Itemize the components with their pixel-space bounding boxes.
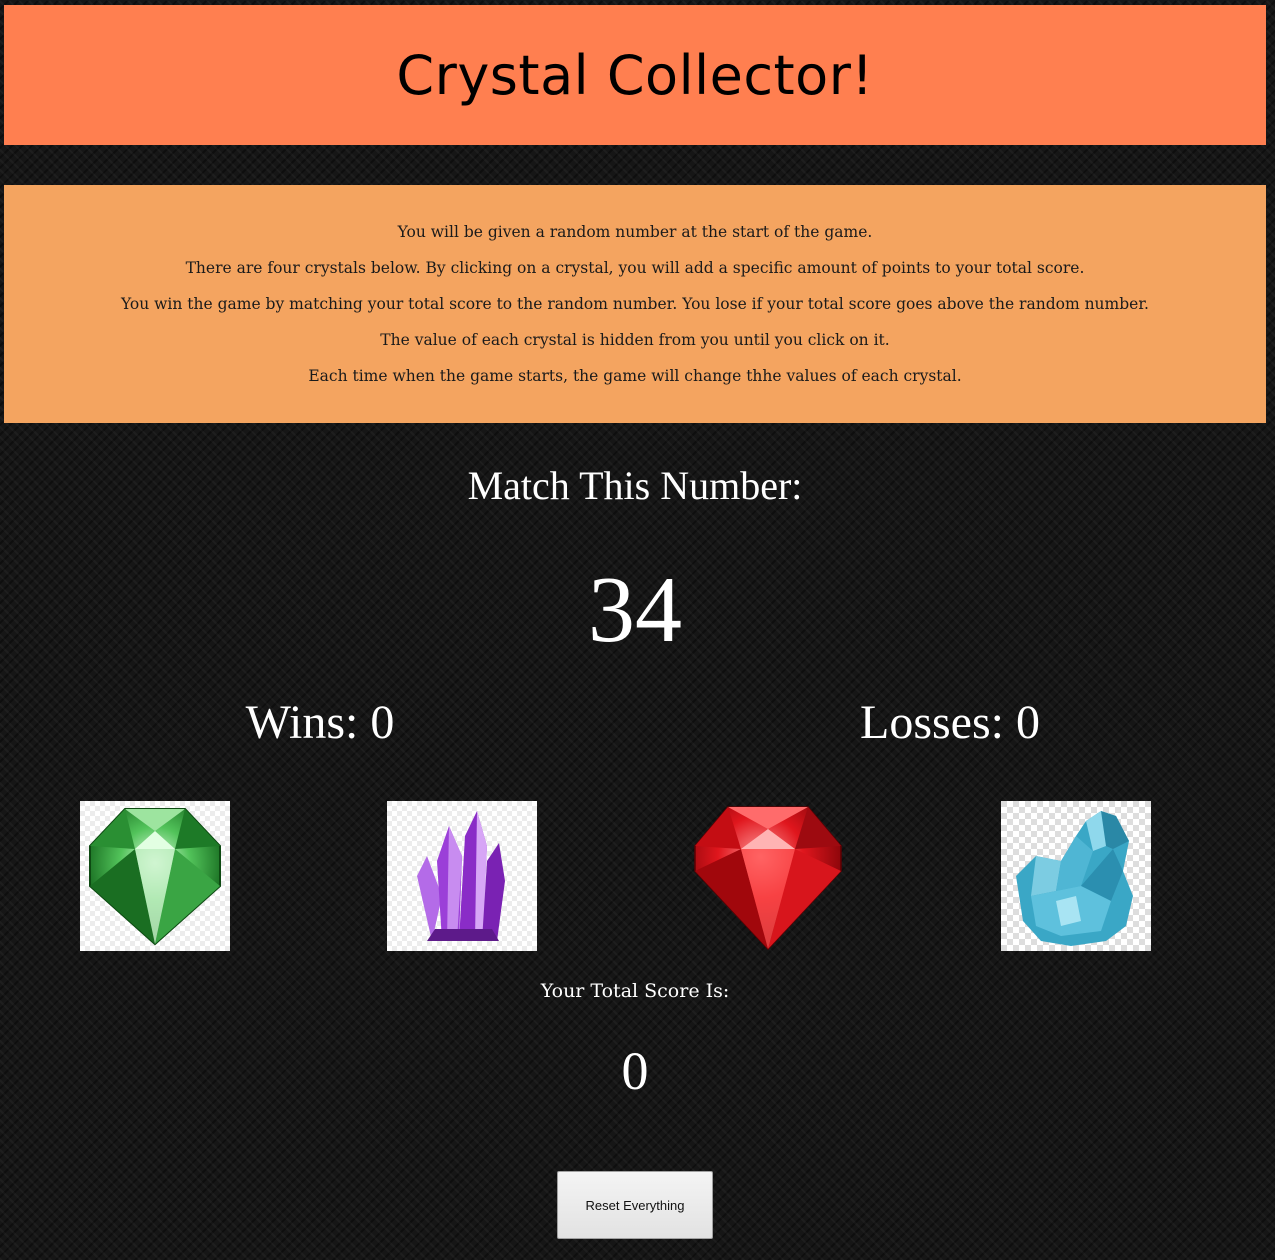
- target-number: 34: [588, 558, 682, 662]
- instruction-line: You win the game by matching your total …: [121, 295, 1149, 313]
- reset-button[interactable]: Reset Everything: [557, 1171, 713, 1239]
- score-value: 0: [621, 1041, 649, 1101]
- blue-crystal-icon: [1001, 801, 1151, 951]
- wins-counter: Wins: 0: [245, 696, 395, 749]
- instruction-line: The value of each crystal is hidden from…: [380, 331, 890, 349]
- red-crystal-button[interactable]: [693, 801, 843, 951]
- losses-counter: Losses: 0: [860, 696, 1040, 749]
- green-crystal-button[interactable]: [80, 801, 230, 951]
- green-gem-icon: [80, 801, 230, 951]
- purple-crystal-button[interactable]: [387, 801, 537, 951]
- instruction-line: Each time when the game starts, the game…: [308, 367, 962, 385]
- score-label: Your Total Score Is:: [540, 980, 730, 1002]
- red-gem-icon: [694, 806, 842, 951]
- purple-crystal-icon: [387, 801, 537, 951]
- title-banner: Crystal Collector!: [4, 5, 1266, 145]
- instruction-line: You will be given a random number at the…: [397, 223, 873, 241]
- instruction-line: There are four crystals below. By clicki…: [185, 259, 1085, 277]
- blue-crystal-button[interactable]: [1001, 801, 1151, 951]
- match-number-label: Match This Number:: [467, 463, 803, 508]
- page-title: Crystal Collector!: [396, 43, 874, 107]
- instructions-panel: You will be given a random number at the…: [4, 185, 1266, 423]
